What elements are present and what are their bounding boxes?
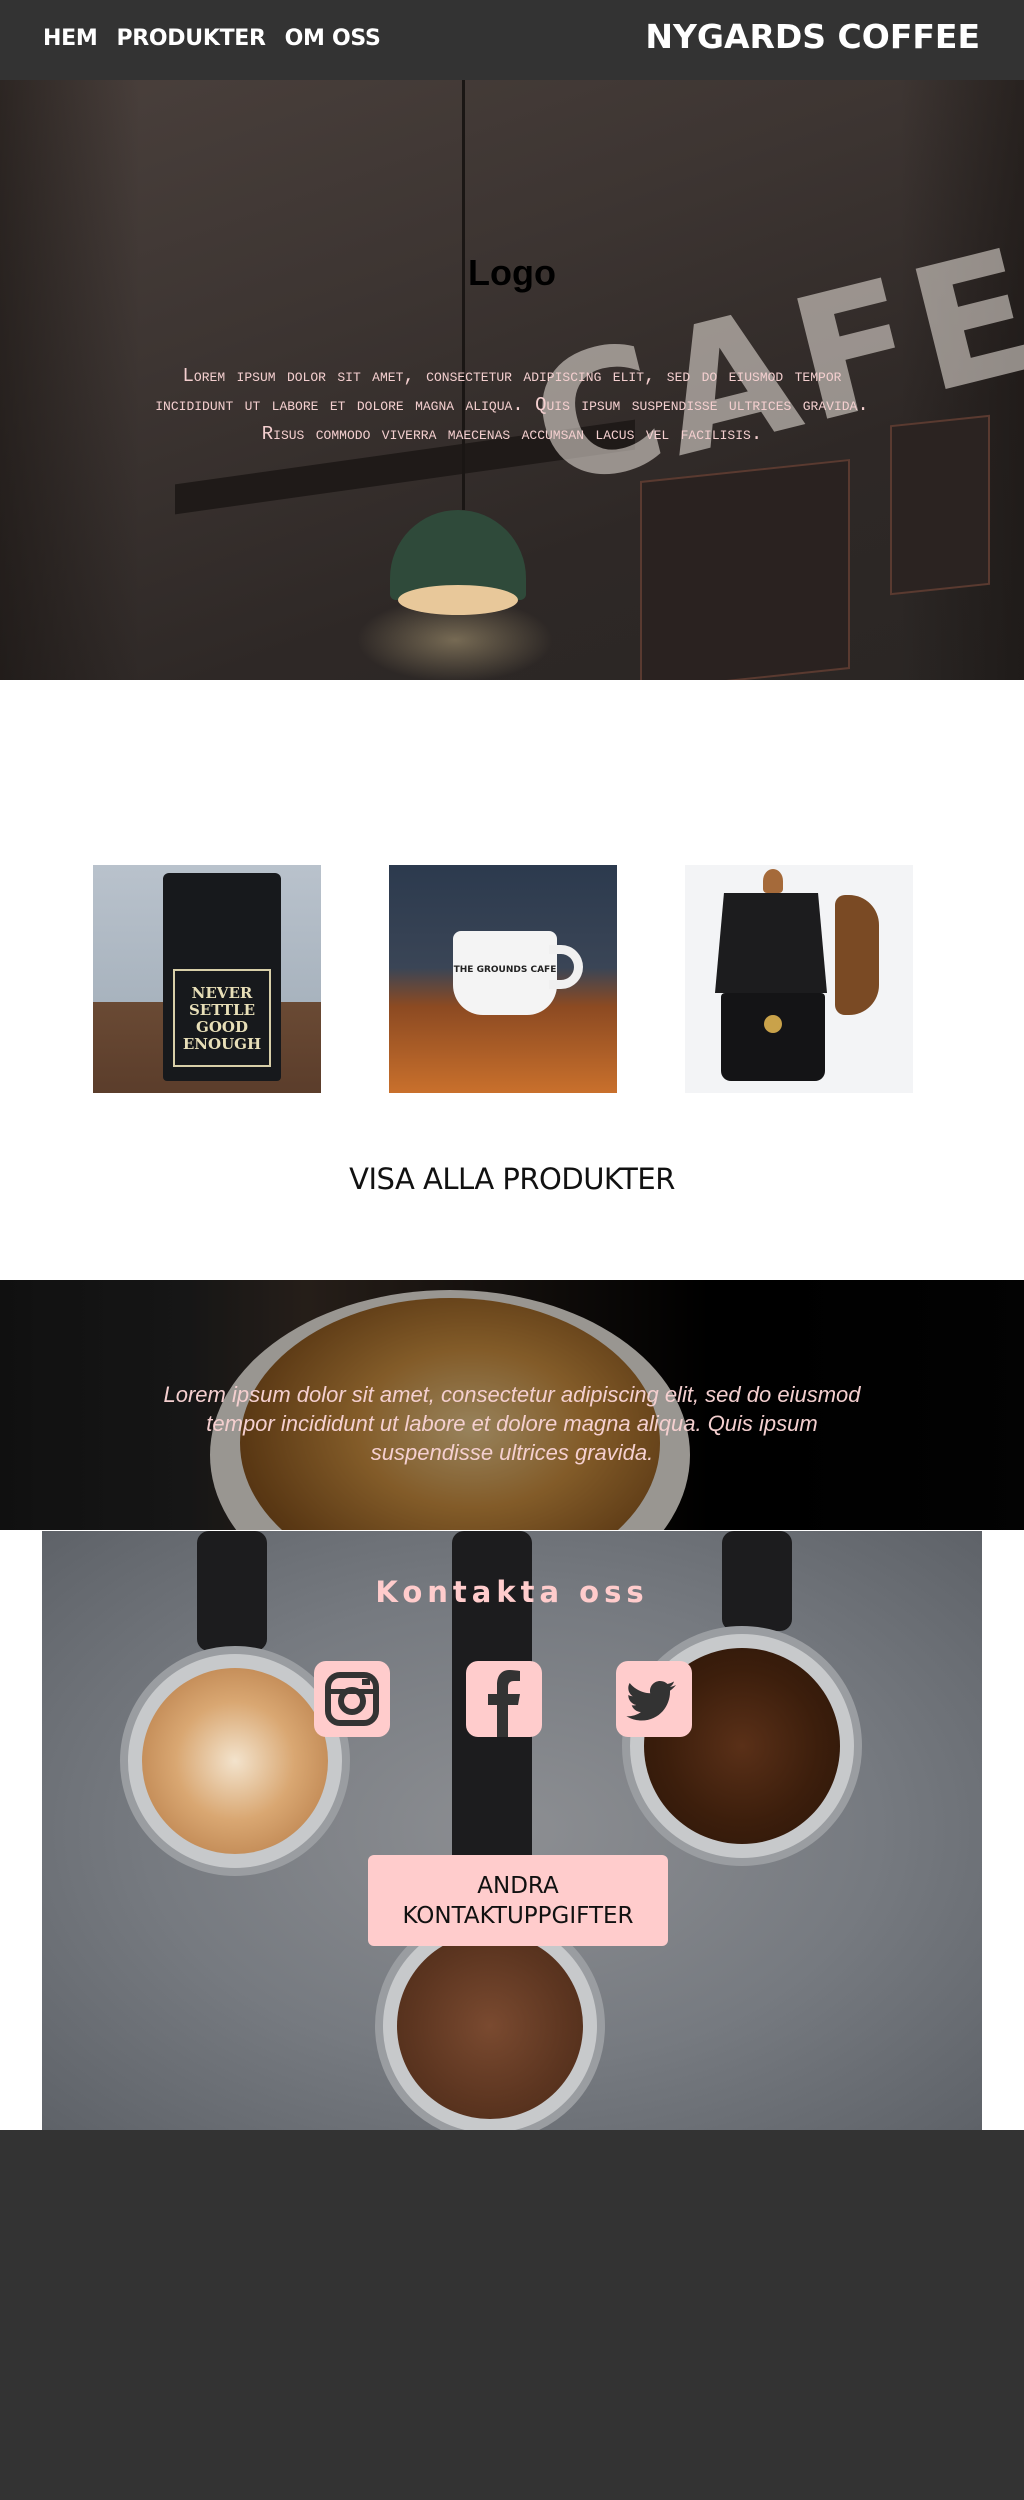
footer	[0, 2130, 1024, 2500]
nav-links: HEM PRODUKTER OM OSS	[43, 26, 381, 51]
nav-link-produkter[interactable]: PRODUKTER	[116, 26, 266, 51]
product-moka-pot[interactable]	[685, 865, 913, 1093]
product-coffee-bag[interactable]: NEVER SETTLE GOOD ENOUGH	[93, 865, 321, 1093]
moka-pot-handle	[835, 895, 879, 1015]
quote-text: Lorem ipsum dolor sit amet, consectetur …	[163, 1382, 861, 1465]
hero-description: Lorem ipsum dolor sit amet, consectetur …	[155, 365, 869, 445]
quote-banner: Lorem ipsum dolor sit amet, consectetur …	[0, 1280, 1024, 1530]
moka-pot-top	[715, 893, 827, 993]
coffee-bag-image: NEVER SETTLE GOOD ENOUGH	[163, 873, 281, 1081]
facebook-icon[interactable]	[466, 1661, 542, 1737]
products-section: NEVER SETTLE GOOD ENOUGH THE GROUNDS CAF…	[0, 680, 1024, 1280]
moka-pot-badge	[764, 1015, 782, 1033]
other-contact-details-button[interactable]: ANDRA KONTAKTUPPGIFTER	[368, 1855, 668, 1946]
instagram-icon[interactable]	[314, 1661, 390, 1737]
hero-section: CAFE Logo Lorem ipsum dolor sit amet, co…	[0, 80, 1024, 680]
contact-title: Kontakta oss	[375, 1575, 649, 1609]
twitter-icon	[626, 1681, 676, 1721]
view-all-products-link[interactable]: VISA ALLA PRODUKTER	[0, 1162, 1024, 1196]
lamp-glow	[398, 585, 518, 615]
brand-name[interactable]: NYGARDS COFFEE	[645, 17, 980, 56]
instagram-icon	[325, 1672, 379, 1726]
twitter-icon[interactable]	[616, 1661, 692, 1737]
mug-print: THE GROUNDS CAFE	[453, 965, 557, 975]
nav-link-hem[interactable]: HEM	[43, 26, 98, 51]
moka-pot-knob	[763, 869, 783, 893]
menu-board-image	[890, 414, 990, 596]
bag-label: NEVER SETTLE GOOD ENOUGH	[173, 969, 271, 1067]
top-nav: HEM PRODUKTER OM OSS NYGARDS COFFEE	[0, 0, 1024, 80]
contact-section: Kontakta oss ANDRA KONTAKTUPPGIFTER	[42, 1531, 982, 2130]
nav-link-om-oss[interactable]: OM OSS	[285, 26, 381, 51]
hero-logo-title: Logo	[468, 252, 556, 293]
facebook-icon	[488, 1670, 520, 1737]
product-mug[interactable]: THE GROUNDS CAFE	[389, 865, 617, 1093]
moka-pot-bottom	[721, 993, 825, 1081]
